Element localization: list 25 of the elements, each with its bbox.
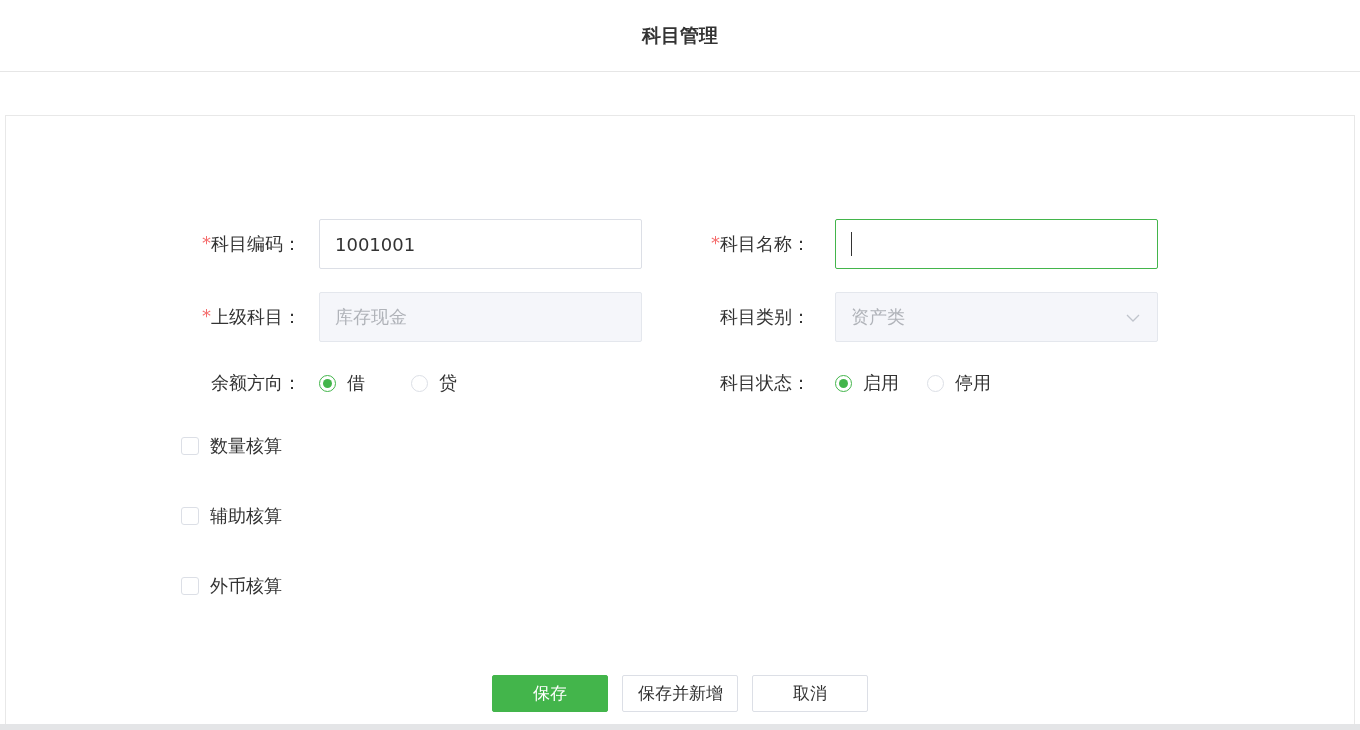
field-label: 科目名称： (720, 232, 810, 256)
radio-label[interactable]: 启用 (863, 371, 899, 395)
field-label: 上级科目： (211, 305, 301, 329)
page-title: 科目管理 (642, 22, 718, 48)
field-label: 科目类别： (720, 305, 810, 329)
checkbox[interactable] (181, 577, 199, 595)
checkbox[interactable] (181, 437, 199, 455)
input-field[interactable]: 1001001 (319, 219, 642, 269)
radio-label[interactable]: 借 (347, 371, 365, 395)
action-button[interactable]: 取消 (752, 675, 868, 712)
chevron-down-icon (1126, 314, 1140, 322)
checkbox[interactable] (181, 507, 199, 525)
required-mark: * (202, 305, 211, 328)
field-label: 科目编码： (211, 232, 301, 256)
radio-label[interactable]: 停用 (955, 371, 991, 395)
field-label: 科目状态： (720, 371, 810, 395)
radio-label[interactable]: 贷 (439, 371, 457, 395)
input-field[interactable] (835, 219, 1158, 269)
checkbox-label[interactable]: 数量核算 (210, 434, 282, 458)
field-label: 余额方向： (211, 371, 301, 395)
required-mark: * (202, 232, 211, 255)
required-mark: * (711, 232, 720, 255)
checkbox-label[interactable]: 辅助核算 (210, 504, 282, 528)
checkbox-label[interactable]: 外币核算 (210, 574, 282, 598)
action-button[interactable]: 保存并新增 (622, 675, 738, 712)
